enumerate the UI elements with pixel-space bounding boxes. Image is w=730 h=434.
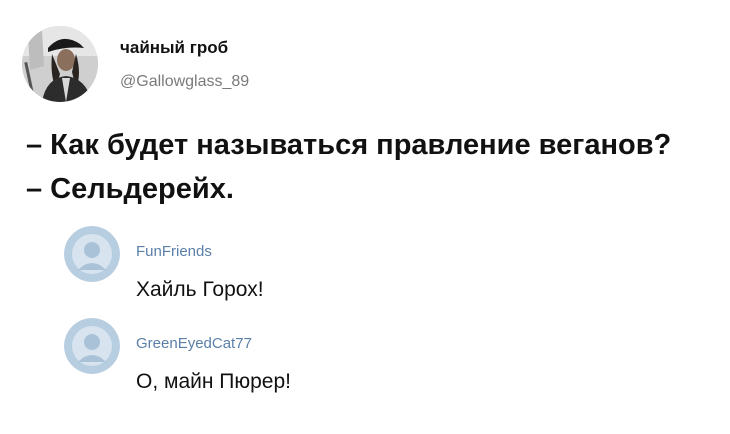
default-avatar-icon [64,226,120,282]
comment: GreenEyedCat77 О, майн Пюрер! [64,318,484,398]
pirate-portrait-avatar [22,26,98,102]
comment-author[interactable]: GreenEyedCat77 [136,335,252,352]
default-avatar-icon [64,318,120,374]
comment: FunFriends Хайль Горох! [64,226,484,306]
tweet-text: – Как будет называться правление веганов… [26,123,671,211]
comment-avatar[interactable] [64,318,120,374]
comment-avatar[interactable] [64,226,120,282]
author-avatar[interactable] [22,26,98,102]
comment-text: Хайль Горох! [136,278,264,301]
tweet-line-question: – Как будет называться правление веганов… [26,129,672,161]
author-handle[interactable]: @Gallowglass_89 [120,73,249,91]
tweet-line-answer: – Сельдерейх. [26,173,234,205]
author-name[interactable]: чайный гроб [120,38,228,58]
comment-text: О, майн Пюрер! [136,370,291,393]
comment-author[interactable]: FunFriends [136,243,212,260]
